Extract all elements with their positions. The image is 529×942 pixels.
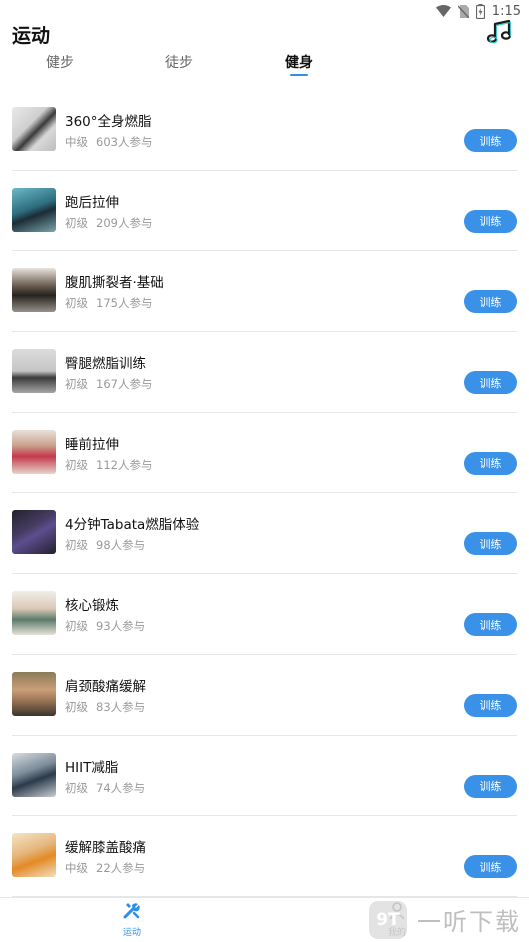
- workout-participants: 98人参与: [96, 538, 146, 553]
- workout-row[interactable]: 360°全身燃脂 中级 603人参与 训练: [12, 90, 517, 171]
- train-button[interactable]: 训练: [464, 693, 517, 717]
- workout-meta: 初级 167人参与: [65, 376, 152, 392]
- workout-meta: 初级 74人参与: [65, 780, 145, 796]
- workout-thumbnail: [12, 429, 56, 474]
- workout-participants: 74人参与: [96, 780, 146, 795]
- workout-meta: 初级 209人参与: [65, 215, 152, 231]
- workout-name: 腹肌撕裂者·基础: [65, 275, 164, 292]
- workout-thumbnail: [12, 187, 56, 232]
- workout-row[interactable]: 跑后拉伸 初级 209人参与 训练: [12, 171, 517, 252]
- workout-participants: 603人参与: [96, 135, 153, 149]
- tab-hike[interactable]: 徒步: [165, 52, 193, 72]
- train-button[interactable]: 训练: [464, 613, 517, 637]
- workout-level: 初级: [65, 780, 88, 795]
- workout-level: 初级: [65, 296, 88, 311]
- train-button[interactable]: 训练: [464, 209, 517, 233]
- workout-name: 肩颈酸痛缓解: [65, 678, 146, 695]
- workout-row[interactable]: HIIT减脂 初级 74人参与 训练: [12, 736, 517, 817]
- train-button[interactable]: 训练: [464, 774, 517, 798]
- workout-list: 360°全身燃脂 中级 603人参与 训练 跑后拉伸 初级 209人参与 训练 腹肌…: [0, 90, 529, 897]
- tab-walk[interactable]: 健步: [46, 52, 74, 72]
- watermark: 9T 一听下载: [369, 897, 529, 942]
- workout-participants: 209人参与: [96, 215, 153, 230]
- workout-participants: 167人参与: [96, 377, 153, 392]
- workout-name: 缓解膝盖酸痛: [65, 840, 146, 857]
- watermark-text: 一听下载: [417, 908, 521, 936]
- workout-level: 初级: [65, 699, 88, 714]
- workout-row[interactable]: 臀腿燃脂训练 初级 167人参与 训练: [12, 332, 517, 413]
- workout-participants: 83人参与: [96, 699, 146, 714]
- workout-participants: 93人参与: [96, 619, 146, 634]
- workout-meta: 初级 98人参与: [65, 537, 145, 553]
- status-time: 1:15: [491, 3, 521, 19]
- page-title: 运动: [12, 25, 51, 47]
- workout-thumbnail: [12, 268, 56, 313]
- workout-name: 4分钟Tabata燃脂体验: [65, 517, 200, 534]
- header: 运动: [0, 18, 529, 48]
- workout-meta: 初级 93人参与: [65, 618, 145, 634]
- nav-sport[interactable]: 运动: [102, 901, 162, 938]
- workout-row[interactable]: 缓解膝盖酸痛 中级 22人参与 训练: [12, 816, 517, 897]
- workout-row[interactable]: 睡前拉伸 初级 112人参与 训练: [12, 413, 517, 494]
- workout-name: 核心锻炼: [65, 598, 119, 615]
- workout-participants: 175人参与: [96, 296, 153, 311]
- workout-name: 360°全身燃脂: [65, 114, 152, 130]
- workout-name: 睡前拉伸: [65, 436, 119, 453]
- workout-row[interactable]: 核心锻炼 初级 93人参与 训练: [12, 574, 517, 655]
- workout-level: 初级: [65, 619, 88, 634]
- workout-level: 中级: [65, 135, 88, 149]
- workout-meta: 中级 22人参与: [65, 860, 145, 876]
- workout-level: 中级: [65, 861, 88, 876]
- workout-level: 初级: [65, 457, 88, 472]
- workout-level: 初级: [65, 215, 88, 230]
- train-button[interactable]: 训练: [464, 532, 517, 556]
- workout-meta: 初级 112人参与: [65, 457, 152, 473]
- workout-level: 初级: [65, 538, 88, 553]
- workout-name: 跑后拉伸: [65, 194, 119, 211]
- train-button[interactable]: 训练: [464, 451, 517, 475]
- no-sim-icon: [457, 4, 469, 18]
- workout-thumbnail: [12, 107, 56, 151]
- workout-meta: 初级 83人参与: [65, 699, 145, 715]
- workout-thumbnail: [12, 349, 56, 394]
- wifi-icon: [435, 5, 451, 17]
- workout-row[interactable]: 肩颈酸痛缓解 初级 83人参与 训练: [12, 655, 517, 736]
- workout-thumbnail: [12, 833, 56, 878]
- train-button[interactable]: 训练: [464, 129, 517, 152]
- workout-row[interactable]: 4分钟Tabata燃脂体验 初级 98人参与 训练: [12, 493, 517, 575]
- workout-name: HIIT减脂: [65, 759, 119, 776]
- battery-charging-icon: [475, 3, 485, 19]
- train-button[interactable]: 训练: [464, 855, 517, 879]
- workout-thumbnail: [12, 591, 56, 636]
- workout-row[interactable]: 腹肌撕裂者·基础 初级 175人参与 训练: [12, 251, 517, 333]
- tab-fitness[interactable]: 健身: [285, 52, 313, 72]
- tab-bar: 健步 徒步 健身: [0, 50, 529, 80]
- workout-level: 初级: [65, 377, 88, 392]
- workout-name: 臀腿燃脂训练: [65, 356, 146, 373]
- train-button[interactable]: 训练: [464, 371, 517, 395]
- workout-participants: 112人参与: [96, 457, 153, 472]
- watermark-logo: 9T: [369, 900, 407, 939]
- workout-participants: 22人参与: [96, 861, 146, 876]
- nav-sport-label: 运动: [122, 928, 141, 938]
- music-icon[interactable]: [485, 18, 513, 46]
- workout-meta: 中级 603人参与: [65, 134, 152, 150]
- tab-active-indicator: [290, 74, 308, 76]
- workout-meta: 初级 175人参与: [65, 295, 152, 311]
- workout-thumbnail: [12, 752, 56, 797]
- workout-thumbnail: [12, 510, 56, 555]
- workout-thumbnail: [12, 671, 56, 716]
- tools-icon: [122, 903, 142, 925]
- train-button[interactable]: 训练: [464, 290, 517, 314]
